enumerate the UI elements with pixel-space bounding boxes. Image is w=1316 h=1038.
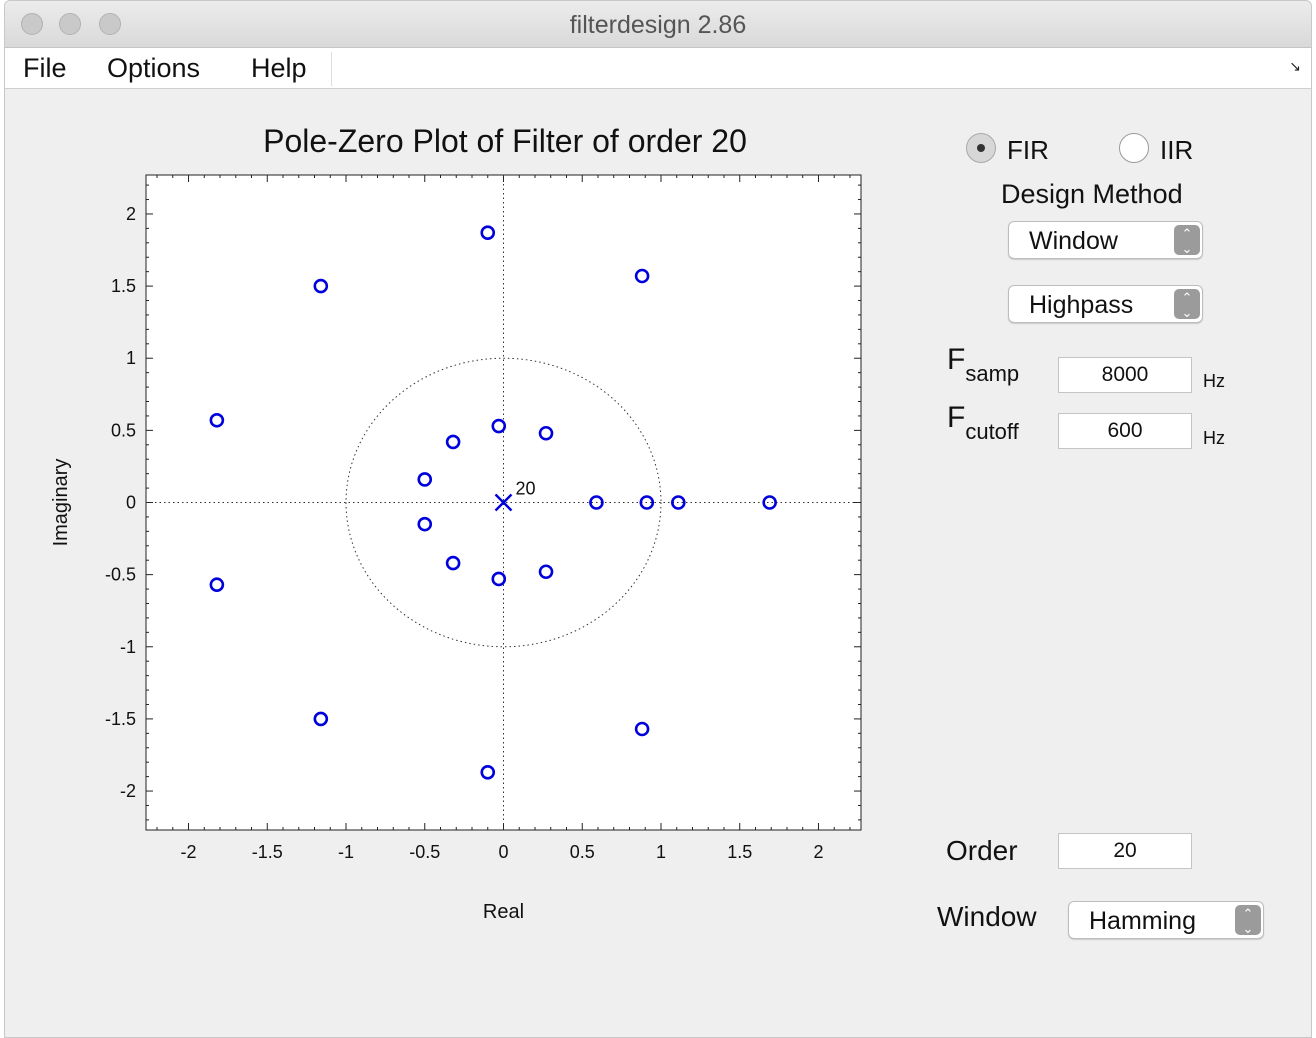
fcutoff-label: Fcutoff	[947, 401, 1019, 444]
y-tick-label: -1	[120, 637, 136, 657]
fir-label: FIR	[1007, 135, 1049, 165]
fsamp-label: Fsamp	[947, 343, 1019, 386]
chevron-updown-icon: ⌃ ⌄	[1235, 905, 1261, 935]
iir-label: IIR	[1160, 135, 1194, 165]
y-tick-label: 2	[126, 204, 136, 224]
iir-radio[interactable]	[1119, 133, 1149, 163]
design-method-label: Design Method	[1001, 179, 1183, 209]
x-tick-label: 2	[813, 842, 823, 862]
fcutoff-label-sub: cutoff	[965, 419, 1019, 444]
y-axis-label: Imaginary	[50, 459, 72, 547]
pole-zero-plot: -2 -1.5 -1 -0.5 0 0.5 1 1.5 2 -2 -1.5 -1 -0.5 0 0.5 1 1.…	[50, 174, 862, 923]
x-tick-label: 0.5	[570, 842, 595, 862]
fcutoff-unit: Hz	[1203, 428, 1225, 448]
fsamp-label-main: F	[947, 343, 966, 376]
x-tick-label: -1	[338, 842, 354, 862]
fsamp-label-sub: samp	[965, 361, 1020, 386]
chevron-updown-icon: ⌃ ⌄	[1174, 225, 1200, 255]
x-axis-label: Real	[483, 901, 524, 923]
x-tick-label: 1.5	[727, 842, 752, 862]
y-tick-label: 0.5	[111, 420, 136, 440]
order-label: Order	[946, 835, 1018, 866]
x-tick-label: -2	[181, 842, 197, 862]
window-label: Window	[937, 901, 1037, 932]
fsamp-unit: Hz	[1203, 371, 1225, 391]
y-tick-label: 1.5	[111, 276, 136, 296]
filter-type-select[interactable]: Highpass ⌃ ⌄	[1008, 285, 1203, 323]
chevron-updown-icon: ⌃ ⌄	[1174, 289, 1200, 319]
window-select[interactable]: Hamming ⌃ ⌄	[1068, 901, 1264, 939]
y-tick-label: 0	[126, 493, 136, 513]
fsamp-input[interactable]: 8000	[1058, 357, 1192, 393]
fcutoff-label-main: F	[947, 401, 966, 434]
pole-multiplicity-label: 20	[516, 479, 536, 499]
app-window: filterdesign 2.86 File Options Help ↘ Po…	[4, 0, 1312, 1038]
x-tick-label: 0	[498, 842, 508, 862]
x-tick-label: -0.5	[409, 842, 440, 862]
design-method-value: Window	[1029, 227, 1118, 255]
y-tick-label: -1.5	[105, 709, 136, 729]
y-tick-label: -0.5	[105, 565, 136, 585]
x-tick-label: 1	[656, 842, 666, 862]
fcutoff-input[interactable]: 600	[1058, 413, 1192, 449]
y-tick-label: 1	[126, 348, 136, 368]
x-tick-label: -1.5	[252, 842, 283, 862]
design-method-select[interactable]: Window ⌃ ⌄	[1008, 221, 1203, 259]
y-tick-label: -2	[120, 781, 136, 801]
filter-type-value: Highpass	[1029, 291, 1134, 319]
order-input[interactable]: 20	[1058, 833, 1192, 869]
fir-radio[interactable]	[966, 133, 996, 163]
window-select-value: Hamming	[1089, 907, 1196, 935]
